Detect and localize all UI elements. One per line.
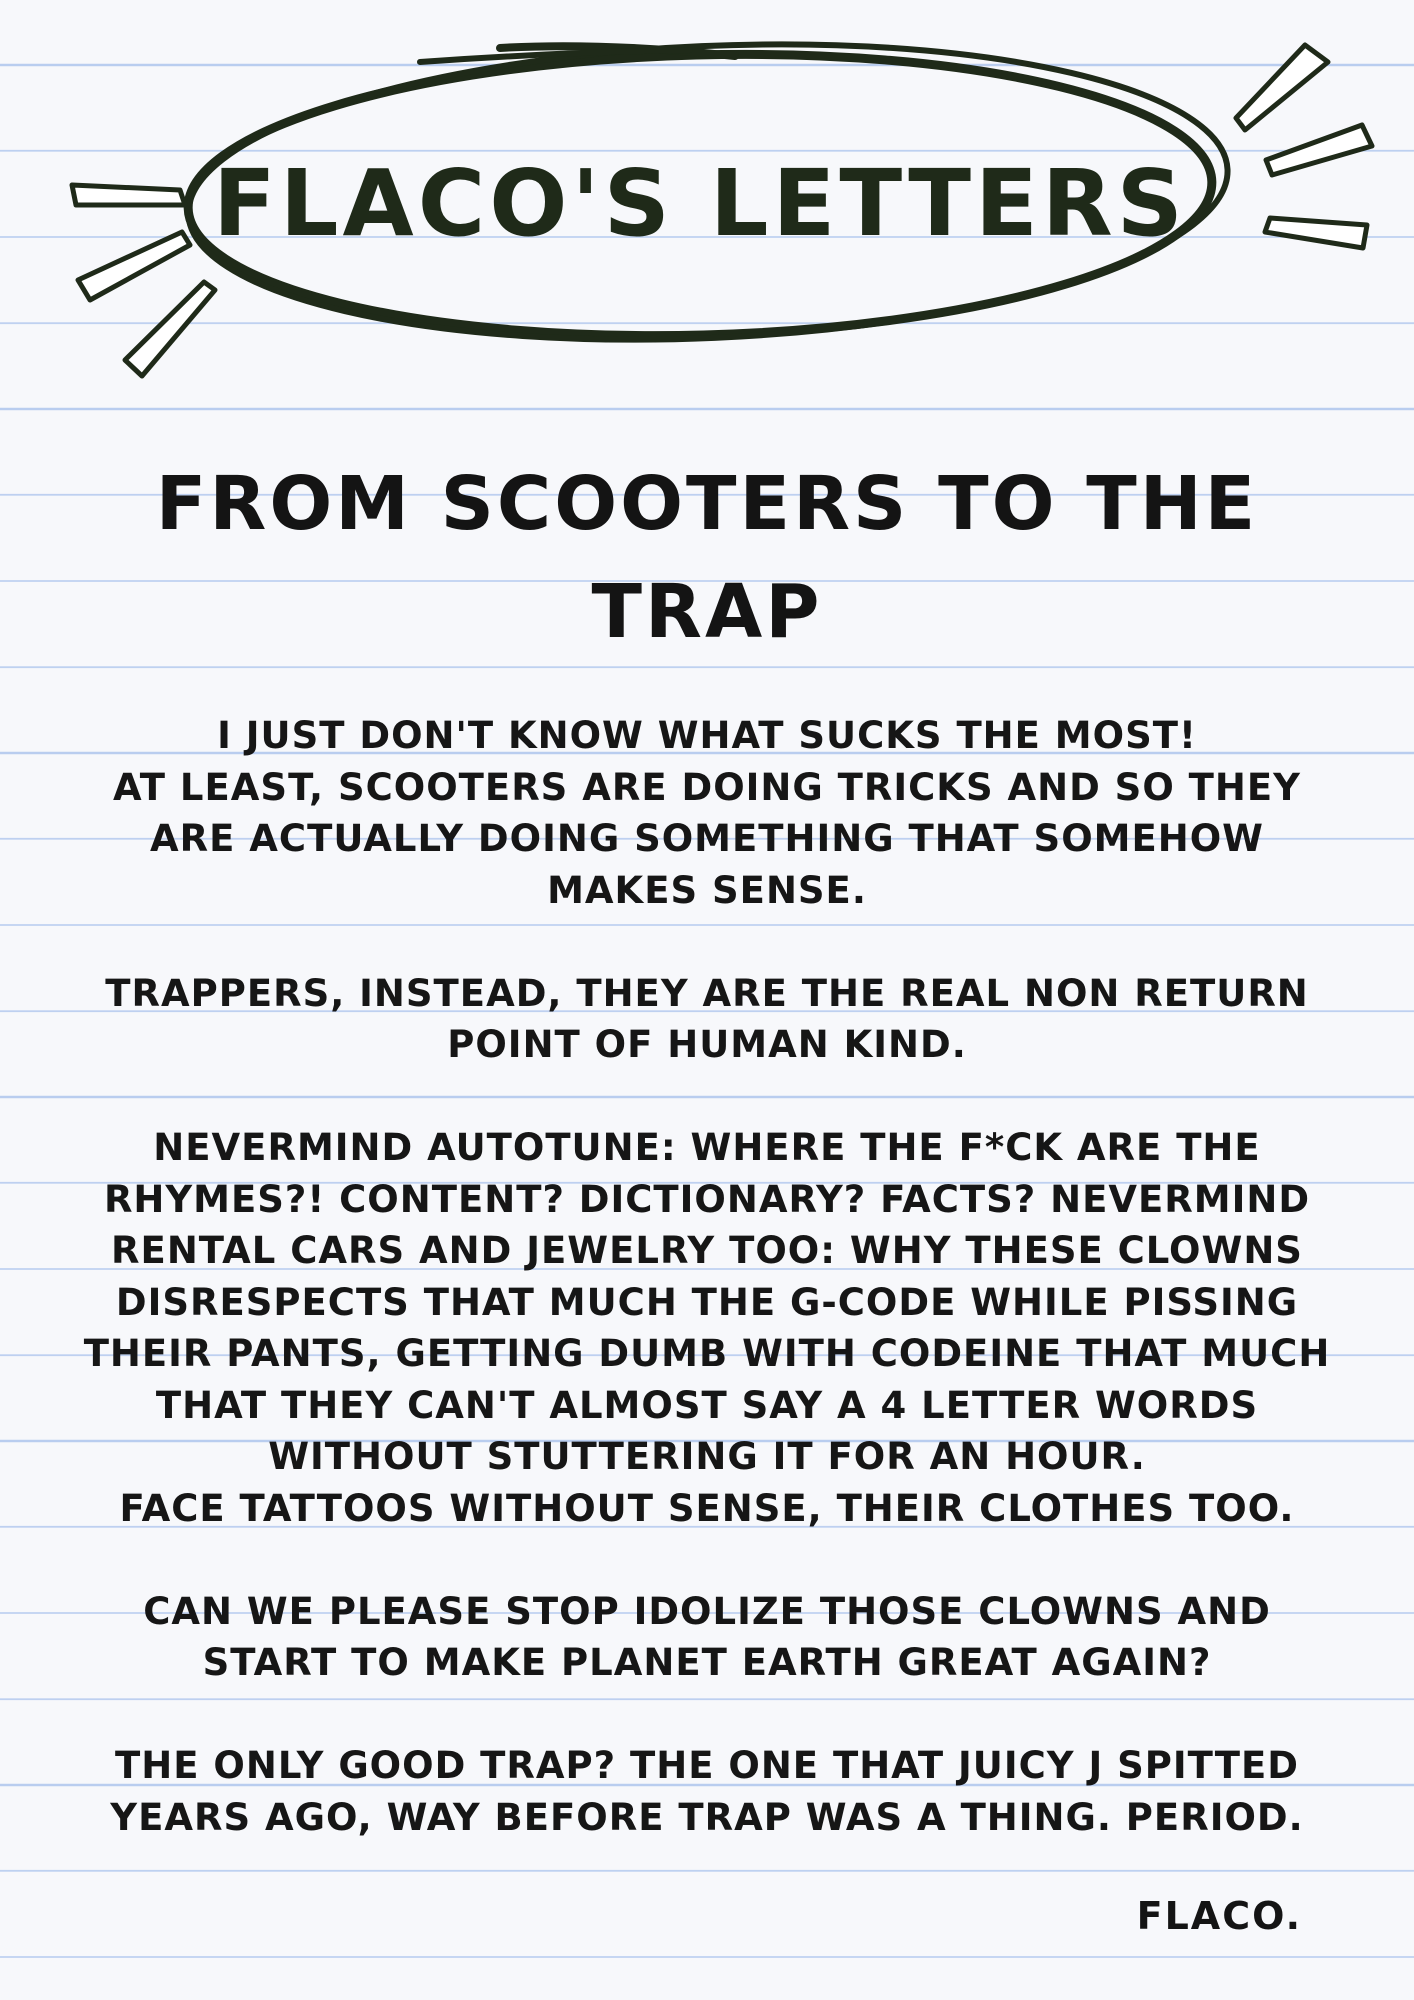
letter-page: FLACO'S LETTERS FROM SCOOTERS TO THE TRA…	[0, 0, 1414, 2000]
letter-headline: FROM SCOOTERS TO THE TRAP	[155, 461, 1259, 655]
brand-title: FLACO'S LETTERS	[213, 150, 1187, 257]
paragraph: NEVERMIND AUTOTUNE: WHERE THE F*CK ARE T…	[83, 1126, 1331, 1530]
letter-body: I JUST DON'T KNOW WHAT SUCKS THE MOST! A…	[70, 710, 1344, 1843]
signature: FLACO.	[1136, 1894, 1302, 1938]
paragraph: TRAPPERS, INSTEAD, THEY ARE THE REAL NON…	[105, 971, 1309, 1067]
paragraph: I JUST DON'T KNOW WHAT SUCKS THE MOST! A…	[113, 714, 1301, 912]
paragraph: THE ONLY GOOD TRAP? THE ONE THAT JUICY J…	[110, 1744, 1304, 1839]
paragraph: CAN WE PLEASE STOP IDOLIZE THOSE CLOWNS …	[143, 1589, 1271, 1685]
